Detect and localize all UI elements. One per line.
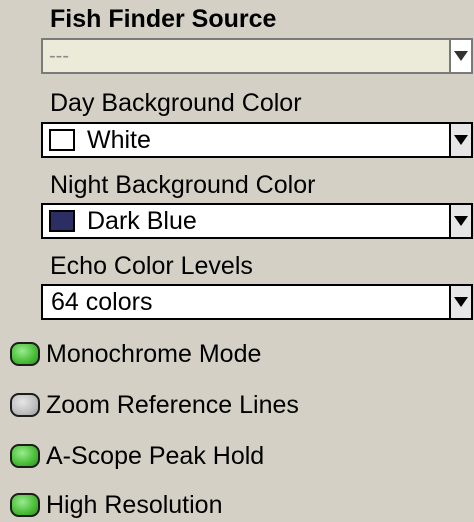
monochrome-mode-label: Monochrome Mode [46,340,262,368]
night-background-swatch [49,210,75,232]
zoom-reference-lines-label: Zoom Reference Lines [46,391,299,419]
fish-finder-source-dropdown[interactable]: --- [41,38,473,74]
indicator-on-icon [10,493,40,517]
indicator-on-icon [10,444,40,468]
monochrome-mode-toggle[interactable]: Monochrome Mode [10,338,370,370]
day-background-swatch [49,129,75,151]
chevron-down-icon [454,51,468,61]
chevron-down-icon [454,216,468,226]
night-background-color-label: Night Background Color [50,171,316,199]
night-background-color-dropdown[interactable]: Dark Blue [41,203,473,239]
zoom-reference-lines-toggle[interactable]: Zoom Reference Lines [10,389,370,421]
echo-color-levels-dropdown[interactable]: 64 colors [41,284,473,320]
echo-color-levels-value: 64 colors [51,288,153,316]
day-background-color-value: White [87,126,151,154]
day-background-color-label: Day Background Color [50,89,302,117]
a-scope-peak-hold-toggle[interactable]: A-Scope Peak Hold [10,440,370,472]
fish-finder-source-label: Fish Finder Source [50,5,277,33]
a-scope-peak-hold-label: A-Scope Peak Hold [46,442,265,470]
night-background-color-value: Dark Blue [87,207,197,235]
echo-color-levels-label: Echo Color Levels [50,252,253,280]
high-resolution-label: High Resolution [46,491,223,519]
night-background-dropdown-button[interactable] [449,205,471,237]
chevron-down-icon [454,135,468,145]
chevron-down-icon [454,297,468,307]
fish-finder-source-dropdown-button[interactable] [449,40,471,72]
fish-finder-source-value: --- [49,45,69,67]
day-background-dropdown-button[interactable] [449,124,471,156]
high-resolution-toggle[interactable]: High Resolution [10,489,370,521]
echo-color-levels-dropdown-button[interactable] [449,286,471,318]
day-background-color-dropdown[interactable]: White [41,122,473,158]
indicator-on-icon [10,342,40,366]
indicator-off-icon [10,393,40,417]
